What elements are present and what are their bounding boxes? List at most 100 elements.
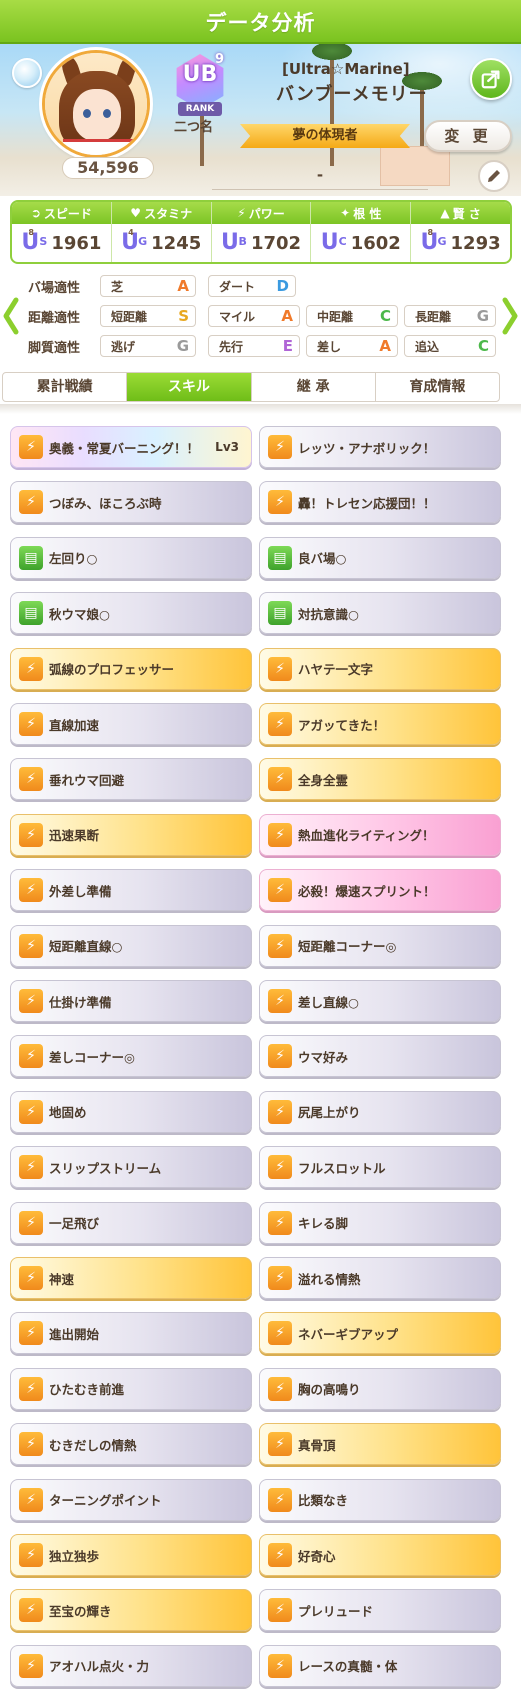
skill-card[interactable]: ▤ 良バ場○ bbox=[259, 536, 501, 579]
speed-skill-icon: ⚡ bbox=[19, 878, 43, 903]
skill-name: スリップストリーム bbox=[49, 1160, 162, 1176]
tab-inherit[interactable]: 継 承 bbox=[252, 373, 376, 401]
skill-card[interactable]: ⚡ プレリュード bbox=[259, 1589, 501, 1632]
skill-card[interactable]: ⚡ 差し直線○ bbox=[259, 980, 501, 1022]
skill-name: 独立独歩 bbox=[49, 1548, 100, 1564]
skill-name: 左回り○ bbox=[49, 551, 98, 567]
aptitude-heading: バ場適性 bbox=[28, 280, 81, 296]
skill-card[interactable]: ⚡ 迅速果断 bbox=[10, 813, 252, 856]
rank-badge[interactable]: UB 9 RANK bbox=[174, 52, 226, 116]
skill-card[interactable]: ⚡ アオハル点火・力 bbox=[10, 1644, 252, 1687]
aptitude-cell: マイル A bbox=[208, 305, 300, 327]
skill-name: アガッてきた！ bbox=[298, 717, 386, 733]
speed-skill-icon: ⚡ bbox=[19, 490, 43, 515]
skill-card[interactable]: ⚡ キレる脚 bbox=[259, 1201, 501, 1244]
skill-card[interactable]: ▤ 左回り○ bbox=[10, 536, 252, 579]
skill-card[interactable]: ⚡ 一足飛び bbox=[10, 1201, 252, 1244]
skill-card[interactable]: ⚡ 短距離コーナー◎ bbox=[259, 924, 501, 967]
skill-card[interactable]: ⚡ ウマ好み bbox=[259, 1035, 501, 1078]
green-skill-icon: ▤ bbox=[19, 545, 43, 570]
stat-label-text: パワー bbox=[248, 206, 285, 221]
edit-memo-button[interactable] bbox=[478, 160, 510, 192]
tab-training[interactable]: 育成情報 bbox=[376, 373, 499, 401]
skill-card[interactable]: ⚡ 尻尾上がり bbox=[259, 1090, 501, 1133]
skill-name: 比類なき bbox=[298, 1493, 349, 1509]
skill-name: 差しコーナー◎ bbox=[49, 1049, 135, 1065]
title-ribbon: 夢の体現者 bbox=[240, 124, 410, 148]
speed-skill-icon: ⚡ bbox=[268, 1044, 292, 1069]
aptitude-row: 脚質適性 bbox=[28, 334, 94, 358]
aptitude-row: バ場適性 bbox=[28, 274, 94, 298]
aptitude-panel: バ場適性芝 A ダート D 距離適性 短距離 S マイル A 中距離 C 長距離 G 脚質適性 逃げ G 先行 E… bbox=[0, 270, 521, 362]
skill-card[interactable]: ⚡ 差しコーナー◎ bbox=[10, 1035, 252, 1078]
skill-card[interactable]: ⚡ 全身全霊 bbox=[259, 758, 501, 801]
skill-card[interactable]: ⚡ 進出開始 bbox=[10, 1312, 252, 1355]
skill-card[interactable]: ⚡ 神速 bbox=[10, 1257, 252, 1299]
skill-card[interactable]: ⚡ 地固め bbox=[10, 1090, 252, 1133]
skill-card[interactable]: ⚡ アガッてきた！ bbox=[259, 703, 501, 745]
skill-card[interactable]: ⚡ 仕掛け準備 bbox=[10, 980, 252, 1022]
aptitude-grade: E bbox=[282, 337, 293, 355]
skill-card[interactable]: ⚡ 比類なき bbox=[259, 1478, 501, 1521]
speed-skill-icon: ⚡ bbox=[268, 1099, 292, 1124]
skill-card[interactable]: ⚡ ハヤテ一文字 bbox=[259, 647, 501, 690]
rank-label: RANK bbox=[178, 102, 222, 116]
speed-skill-icon: ⚡ bbox=[19, 1598, 43, 1623]
skill-card[interactable]: ⚡ ひたむき前進 bbox=[10, 1367, 252, 1410]
skill-card[interactable]: ⚡ 奥義・常夏バーニング！！ Lv3 bbox=[10, 426, 252, 468]
stat-label: ➲ スピード bbox=[12, 202, 111, 224]
share-button[interactable] bbox=[470, 58, 512, 100]
stat-value: U S 8 1961 bbox=[12, 224, 111, 262]
chevron-right-icon[interactable] bbox=[501, 296, 519, 336]
change-title-button[interactable]: 変 更 bbox=[424, 120, 512, 152]
skill-card[interactable]: ⚡ 独立独歩 bbox=[10, 1534, 252, 1576]
skill-card[interactable]: ⚡ ターニングポイント bbox=[10, 1478, 252, 1521]
skill-card[interactable]: ⚡ 必殺！爆速スプリント！ bbox=[259, 869, 501, 912]
stat-grade-sup: 4 bbox=[128, 228, 134, 237]
stat-cell: ➲ スピード U S 8 1961 bbox=[12, 202, 112, 262]
chevron-left-icon[interactable] bbox=[2, 296, 20, 336]
aptitude-cell: 逃げ G bbox=[100, 335, 196, 357]
skill-card[interactable]: ▤ 対抗意識○ bbox=[259, 592, 501, 635]
bubble-icon[interactable] bbox=[12, 58, 42, 88]
aptitude-name: 短距離 bbox=[111, 309, 148, 324]
skill-card[interactable]: ⚡ 至宝の輝き bbox=[10, 1589, 252, 1632]
skill-card[interactable]: ⚡ むきだしの情熱 bbox=[10, 1423, 252, 1466]
profile-header: 54,596 UB 9 RANK 二つ名 [Ultra☆Marine] バンブー… bbox=[0, 44, 521, 196]
green-skill-icon: ▤ bbox=[268, 545, 292, 570]
stat-grade-sub: G bbox=[437, 235, 447, 248]
skill-card[interactable]: ⚡ 溢れる情熱 bbox=[259, 1257, 501, 1299]
skill-card[interactable]: ⚡ 好奇心 bbox=[259, 1534, 501, 1576]
skill-card[interactable]: ⚡ 轟！トレセン応援団！！ bbox=[259, 481, 501, 524]
speed-skill-icon: ⚡ bbox=[19, 1155, 43, 1180]
skill-card[interactable]: ⚡ ネバーギブアップ bbox=[259, 1312, 501, 1355]
skill-card[interactable]: ⚡ つぼみ、ほころぶ時 bbox=[10, 481, 252, 524]
tab-bar: 累計戦績 スキル継 承育成情報 bbox=[2, 372, 500, 402]
skill-card[interactable]: ▤ 秋ウマ娘○ bbox=[10, 592, 252, 635]
skill-name: 一足飛び bbox=[49, 1216, 100, 1232]
skill-card[interactable]: ⚡ 外差し準備 bbox=[10, 869, 252, 912]
stat-grade-sub: B bbox=[238, 235, 247, 248]
aptitude-cell: 先行 E bbox=[208, 335, 300, 357]
skill-card[interactable]: ⚡ 胸の高鳴り bbox=[259, 1367, 501, 1410]
speed-skill-icon: ⚡ bbox=[19, 989, 43, 1013]
tab-skill[interactable]: スキル bbox=[127, 373, 252, 401]
skill-card[interactable]: ⚡ 直線加速 bbox=[10, 703, 252, 745]
tab-record[interactable]: 累計戦績 bbox=[3, 373, 128, 401]
skill-card[interactable]: ⚡ 弧線のプロフェッサー bbox=[10, 647, 252, 690]
skill-card[interactable]: ⚡ レースの真髄・体 bbox=[259, 1644, 501, 1687]
skill-card[interactable]: ⚡ 垂れウマ回避 bbox=[10, 758, 252, 801]
skill-card[interactable]: ⚡ フルスロットル bbox=[259, 1146, 501, 1189]
avatar[interactable] bbox=[42, 50, 150, 158]
stat-grade: UC bbox=[320, 230, 347, 256]
skill-card[interactable]: ⚡ レッツ・アナボリック！ bbox=[259, 426, 501, 468]
stat-cell: ▲ 賢 さ U G 8 1293 bbox=[411, 202, 510, 262]
skill-level: Lv3 bbox=[215, 440, 239, 454]
skill-card[interactable]: ⚡ 短距離直線○ bbox=[10, 924, 252, 967]
skill-card[interactable]: ⚡ 熱血進化ライティング！ bbox=[259, 813, 501, 856]
skill-name: 差し直線○ bbox=[298, 994, 359, 1010]
skill-card[interactable]: ⚡ スリップストリーム bbox=[10, 1146, 252, 1189]
skill-card[interactable]: ⚡ 真骨頂 bbox=[259, 1423, 501, 1466]
aptitude-name: マイル bbox=[219, 309, 256, 324]
stat-grade-letter: U bbox=[320, 230, 339, 255]
